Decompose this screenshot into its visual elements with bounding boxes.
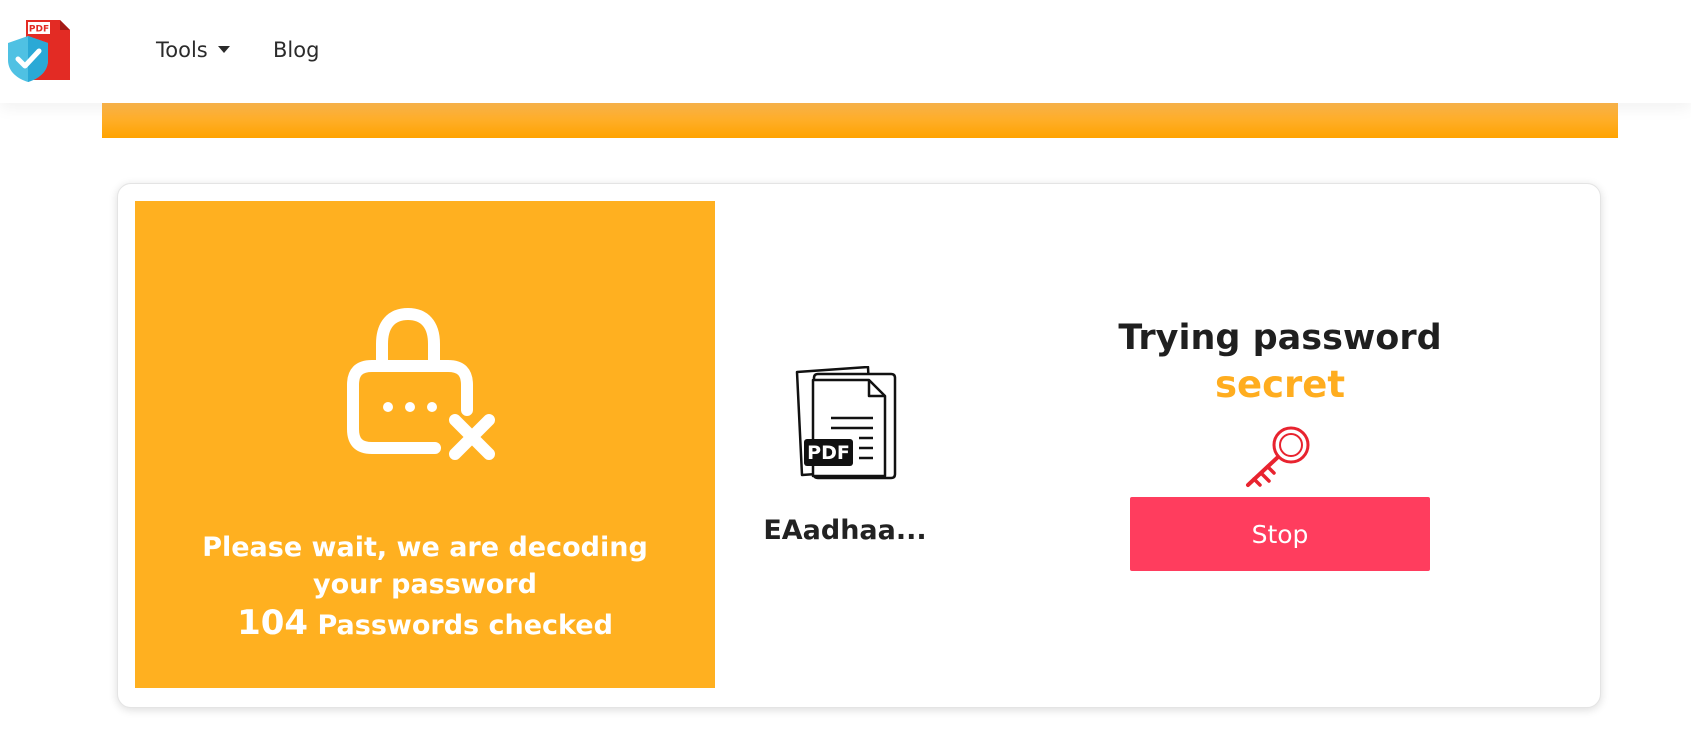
chevron-down-icon <box>217 45 230 53</box>
logo-badge-text: PDF <box>29 25 49 35</box>
lock-x-icon <box>347 307 495 460</box>
orange-banner-strip <box>102 103 1618 138</box>
current-password-value: secret <box>1214 363 1346 406</box>
tools-label: Tools <box>156 38 208 62</box>
stop-button[interactable]: Stop <box>1130 497 1430 571</box>
pdf-shield-logo-icon[interactable]: PDF <box>4 18 70 82</box>
trying-password-label: Trying password <box>1118 318 1442 358</box>
pdf-file-icon: PDF <box>795 366 897 480</box>
top-navbar: PDF Tools Blog <box>0 0 1691 103</box>
file-name: EAadhaa... <box>763 515 927 546</box>
key-icon <box>1246 426 1310 487</box>
decoding-status-panel: Please wait, we are decoding your passwo… <box>135 201 715 688</box>
tools-dropdown[interactable]: Tools <box>156 38 230 62</box>
passwords-checked-line: 104 Passwords checked <box>165 601 685 648</box>
decoding-message: Please wait, we are decoding your passwo… <box>202 532 648 600</box>
passwords-checked-count: 104 <box>237 603 309 643</box>
blog-link[interactable]: Blog <box>273 38 319 62</box>
passwords-checked-label: Passwords checked <box>317 610 613 641</box>
pdf-badge-text: PDF <box>807 442 850 464</box>
